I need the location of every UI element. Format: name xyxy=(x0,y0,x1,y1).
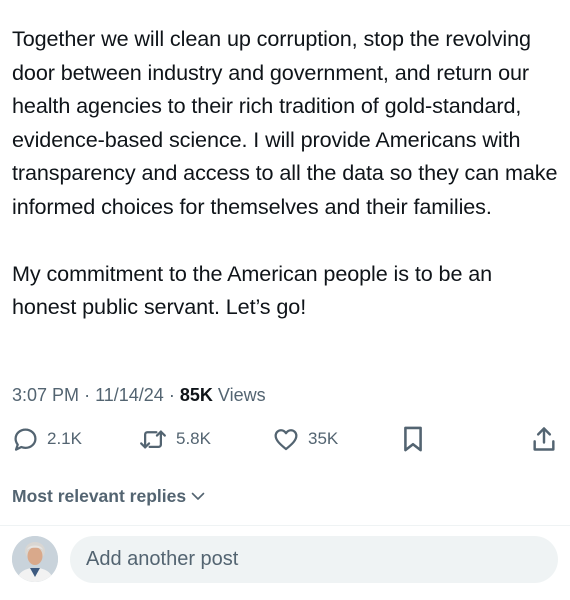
tweet-meta: 3:07 PM · 11/14/24 · 85K Views xyxy=(12,383,266,407)
tweet-paragraph: Together we will clean up corruption, st… xyxy=(12,26,558,219)
tweet-text: Together we will clean up corruption, st… xyxy=(12,22,562,324)
repost-count: 5.8K xyxy=(176,429,211,448)
views-label[interactable]: Views xyxy=(218,385,266,405)
meta-separator: · xyxy=(84,385,91,405)
bookmark-icon xyxy=(404,426,422,452)
chevron-down-icon xyxy=(191,492,205,500)
repost-button[interactable]: 5.8K xyxy=(138,422,211,456)
reply-count: 2.1K xyxy=(47,429,82,448)
views-count[interactable]: 85K xyxy=(180,385,213,405)
tweet-paragraph: My commitment to the American people is … xyxy=(12,260,493,320)
replies-sort-dropdown[interactable]: Most relevant replies xyxy=(12,485,206,507)
replies-sort-label: Most relevant replies xyxy=(12,486,187,506)
avatar[interactable] xyxy=(12,536,58,582)
like-button[interactable]: 35K xyxy=(272,422,338,456)
heart-icon xyxy=(274,428,298,450)
reply-input[interactable] xyxy=(70,536,558,583)
bookmark-button[interactable] xyxy=(401,422,425,456)
divider xyxy=(0,525,570,526)
tweet-date[interactable]: 11/14/24 xyxy=(95,385,164,405)
action-bar: 2.1K 5.8K 35K xyxy=(0,422,570,456)
share-icon xyxy=(533,427,555,451)
tweet-time[interactable]: 3:07 PM xyxy=(12,385,79,405)
meta-separator: · xyxy=(168,385,175,405)
reply-button[interactable]: 2.1K xyxy=(12,422,82,456)
share-button[interactable] xyxy=(531,422,557,456)
like-count: 35K xyxy=(308,429,339,448)
reply-icon xyxy=(14,427,37,451)
reply-composer xyxy=(0,536,570,584)
repost-icon xyxy=(140,430,166,448)
